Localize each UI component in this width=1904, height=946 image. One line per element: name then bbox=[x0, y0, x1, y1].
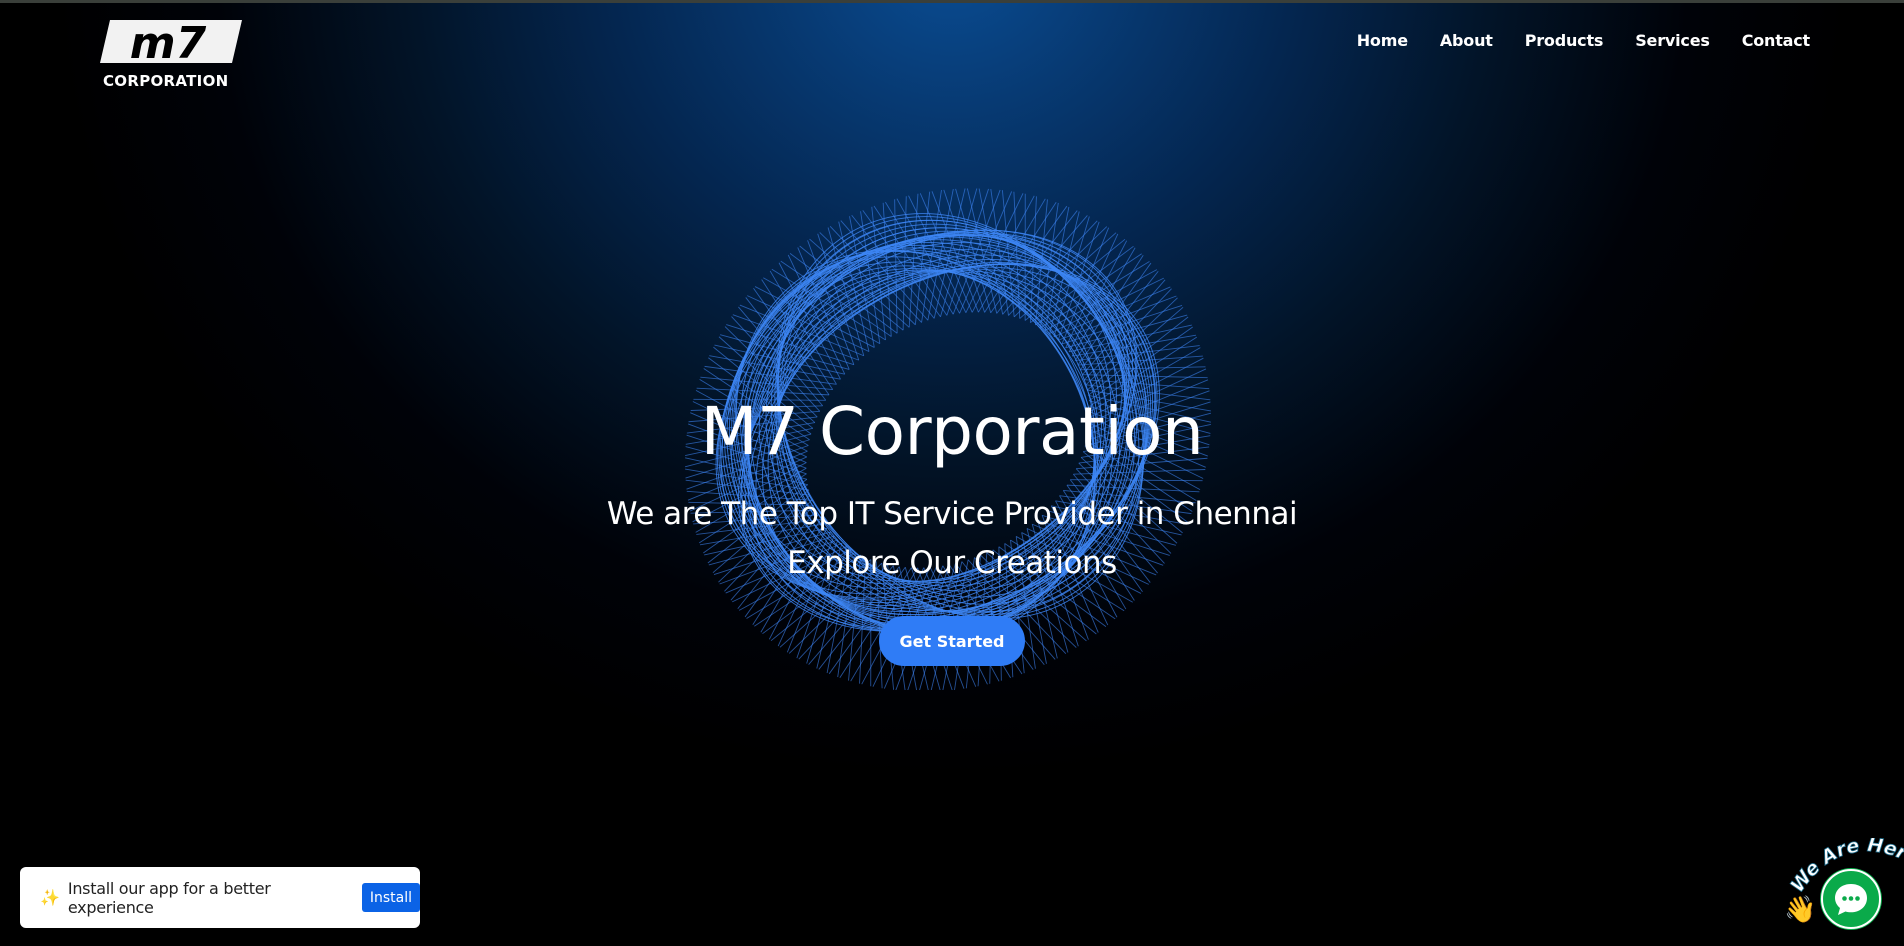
torus-mesh-line bbox=[817, 233, 860, 361]
nav-about[interactable]: About bbox=[1440, 31, 1493, 50]
nav-services[interactable]: Services bbox=[1635, 31, 1710, 50]
chat-bubble-icon bbox=[1821, 869, 1881, 929]
page: m7 CORPORATION Home About Products Servi… bbox=[0, 0, 1904, 946]
install-message: Install our app for a better experience bbox=[67, 878, 271, 917]
sparkles-icon: ✨ bbox=[40, 889, 60, 907]
logo-wordmark: CORPORATION bbox=[103, 72, 229, 90]
get-started-button[interactable]: Get Started bbox=[879, 616, 1025, 666]
hero-title: M7 Corporation bbox=[700, 393, 1204, 470]
hero-subtitle: We are The Top IT Service Provider in Ch… bbox=[0, 490, 1904, 588]
nav-home[interactable]: Home bbox=[1357, 31, 1408, 50]
brand-logo[interactable]: m7 CORPORATION bbox=[98, 18, 244, 90]
nav-contact[interactable]: Contact bbox=[1742, 31, 1811, 50]
main-nav: Home About Products Services Contact bbox=[1357, 31, 1810, 50]
install-app-toast: ✨ Install our app for a better experienc… bbox=[20, 867, 420, 928]
chat-widget: We Are Here! 👋 bbox=[1780, 838, 1904, 946]
nav-products[interactable]: Products bbox=[1525, 31, 1604, 50]
top-border bbox=[0, 0, 1904, 3]
hero-subtitle-line-1: We are The Top IT Service Provider in Ch… bbox=[606, 496, 1298, 532]
hero-subtitle-line-2: Explore Our Creations bbox=[787, 545, 1117, 581]
torus-mesh-line bbox=[902, 196, 907, 331]
svg-text:m7: m7 bbox=[130, 18, 207, 68]
install-button[interactable]: Install bbox=[361, 883, 420, 912]
logo-mark-icon: m7 bbox=[100, 18, 242, 69]
open-chat-button[interactable] bbox=[1820, 868, 1882, 930]
waving-hand-icon: 👋 bbox=[1784, 894, 1817, 924]
